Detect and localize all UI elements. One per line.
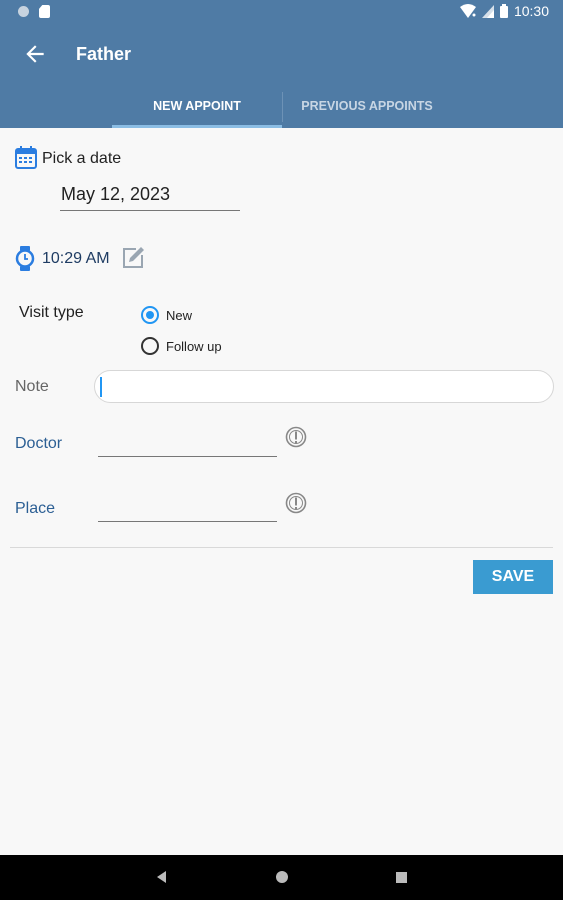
date-underline	[60, 210, 240, 211]
wifi-icon	[459, 4, 476, 18]
tab-bar: NEW APPOINT PREVIOUS APPOINTS	[0, 86, 563, 128]
time-value: 10:29 AM	[42, 250, 110, 267]
radio-new-label: New	[166, 308, 193, 323]
note-label: Note	[15, 378, 49, 395]
tab-previous-appoints[interactable]: PREVIOUS APPOINTS	[284, 86, 450, 128]
app-bar: Father NEW APPOINT PREVIOUS APPOINTS	[0, 24, 563, 128]
notification-dot-icon	[18, 6, 29, 17]
doctor-label: Doctor	[15, 435, 63, 452]
status-bar: 10:30	[0, 0, 563, 24]
back-arrow-icon[interactable]	[22, 41, 48, 67]
radio-new[interactable]	[141, 306, 159, 324]
sim-card-icon	[39, 5, 50, 18]
note-input[interactable]	[94, 370, 554, 403]
calendar-icon[interactable]	[15, 146, 37, 169]
tab-divider	[282, 92, 283, 122]
save-button[interactable]: SAVE	[473, 560, 553, 594]
date-value[interactable]: May 12, 2023	[61, 184, 170, 205]
visit-type-label: Visit type	[19, 304, 84, 321]
navigation-bar	[0, 855, 563, 900]
divider	[10, 547, 553, 548]
battery-icon	[499, 4, 508, 18]
doctor-input[interactable]	[98, 456, 277, 457]
status-time: 10:30	[513, 3, 549, 19]
nav-home-icon[interactable]	[276, 871, 288, 883]
page-title: Father	[76, 44, 132, 64]
pick-date-label: Pick a date	[42, 150, 122, 167]
place-info-icon[interactable]	[285, 492, 307, 514]
place-label: Place	[15, 500, 56, 517]
edit-time-icon[interactable]	[121, 246, 145, 269]
tab-new-appoint[interactable]: NEW APPOINT	[112, 86, 282, 128]
nav-recents-icon[interactable]	[396, 872, 407, 883]
nav-back-icon[interactable]	[157, 871, 166, 883]
radio-follow-up-label: Follow up	[166, 339, 222, 354]
doctor-info-icon[interactable]	[285, 426, 307, 448]
radio-follow-up[interactable]	[141, 337, 159, 355]
place-input[interactable]	[98, 521, 277, 522]
watch-icon	[15, 246, 35, 271]
text-cursor	[100, 377, 102, 397]
signal-icon	[481, 4, 494, 18]
